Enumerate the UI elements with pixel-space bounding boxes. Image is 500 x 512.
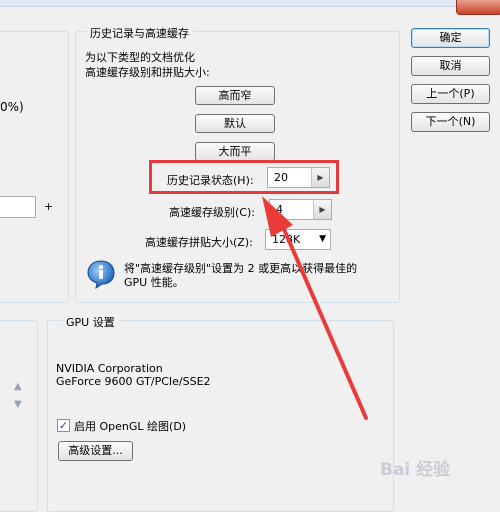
arrow-head bbox=[262, 196, 293, 237]
annotation-arrow bbox=[262, 196, 368, 420]
baidu-watermark: Bai 经验 bbox=[380, 460, 451, 480]
